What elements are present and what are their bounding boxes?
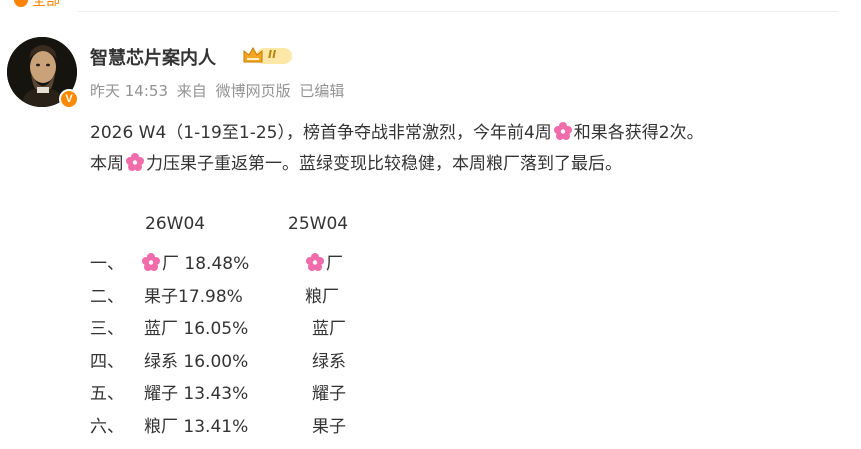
post-text: 力压果子重返第一。蓝绿变现比较稳健，本周粮厂落到了最后。 [146, 154, 622, 174]
post-source[interactable]: 微博网页版 [216, 82, 291, 100]
crown-level-badge[interactable]: II [242, 45, 294, 67]
post-line-2: 本周 力压果子重返第一。蓝绿变现比较稳健，本周粮厂落到了最后。 [90, 149, 704, 180]
post-meta: 昨天 14:53 来自 微博网页版 已编辑 [90, 80, 348, 101]
current-share: 耀子 13.43% [144, 379, 248, 404]
flower-icon [142, 253, 160, 271]
current-share-text: 果子17.98% [144, 286, 243, 307]
verified-badge-icon: V [59, 89, 79, 109]
rank-label: 四、 [90, 351, 124, 372]
rank-label: 二、 [90, 286, 124, 307]
current-share: 粮厂 13.41% [144, 412, 248, 437]
previous-brand-text: 蓝厂 [312, 319, 346, 340]
tab-all-icon [14, 0, 28, 7]
author-avatar[interactable]: V [7, 37, 79, 109]
previous-brand-text: 绿系 [312, 351, 346, 372]
current-share-text: 厂 18.48% [162, 254, 250, 274]
current-share-text: 耀子 13.43% [144, 384, 249, 405]
flower-icon [553, 122, 572, 140]
previous-rank-brand: 绿系 [312, 347, 346, 372]
current-share-text: 绿系 16.00% [144, 351, 249, 372]
current-share: 果子17.98% [144, 282, 243, 307]
previous-rank-brand: 果子 [312, 412, 346, 437]
previous-brand-text: 果子 [312, 417, 346, 437]
previous-brand-text: 粮厂 [305, 286, 339, 307]
flower-icon [126, 153, 144, 171]
current-share: 厂 18.48% [140, 249, 249, 274]
current-share-text: 粮厂 13.41% [144, 417, 249, 437]
header-previous: 25W04 [288, 214, 349, 234]
current-share-text: 蓝厂 16.05% [144, 319, 249, 340]
top-bar: 全部 [0, 0, 861, 12]
source-prefix: 来自 [176, 82, 207, 100]
post-time[interactable]: 昨天 14:53 [90, 82, 168, 100]
header-current: 26W04 [145, 214, 206, 234]
rank-label: 五、 [90, 384, 124, 405]
previous-brand-text: 厂 [326, 254, 343, 274]
post-text: 2026 W4（1-19至1-25），榜首争夺战非常激烈，今年前4周 [90, 123, 552, 143]
previous-rank-brand: 蓝厂 [312, 314, 346, 339]
tab-all-label: 全部 [32, 0, 60, 9]
divider [78, 11, 838, 12]
rank-label: 三、 [90, 319, 124, 340]
current-share: 蓝厂 16.05% [144, 314, 248, 339]
rank-label: 一、 [90, 254, 124, 274]
current-share: 绿系 16.00% [144, 347, 248, 372]
post-text: 和果各获得2次。 [573, 123, 704, 143]
previous-rank-brand: 粮厂 [305, 282, 339, 307]
previous-rank-brand: 厂 [304, 249, 343, 274]
edited-label[interactable]: 已编辑 [299, 82, 344, 100]
level-text: II [268, 48, 277, 61]
author-name[interactable]: 智慧芯片案内人 [90, 44, 216, 70]
post-body: 2026 W4（1-19至1-25），榜首争夺战非常激烈，今年前4周 和果各获得2… [90, 118, 704, 180]
post-line-1: 2026 W4（1-19至1-25），榜首争夺战非常激烈，今年前4周 和果各获得2… [90, 118, 704, 149]
tab-all[interactable]: 全部 [14, 0, 60, 10]
post-text: 本周 [90, 154, 124, 174]
previous-rank-brand: 耀子 [312, 379, 346, 404]
flower-icon [306, 253, 324, 271]
previous-brand-text: 耀子 [312, 384, 346, 405]
rank-label: 六、 [90, 417, 124, 437]
